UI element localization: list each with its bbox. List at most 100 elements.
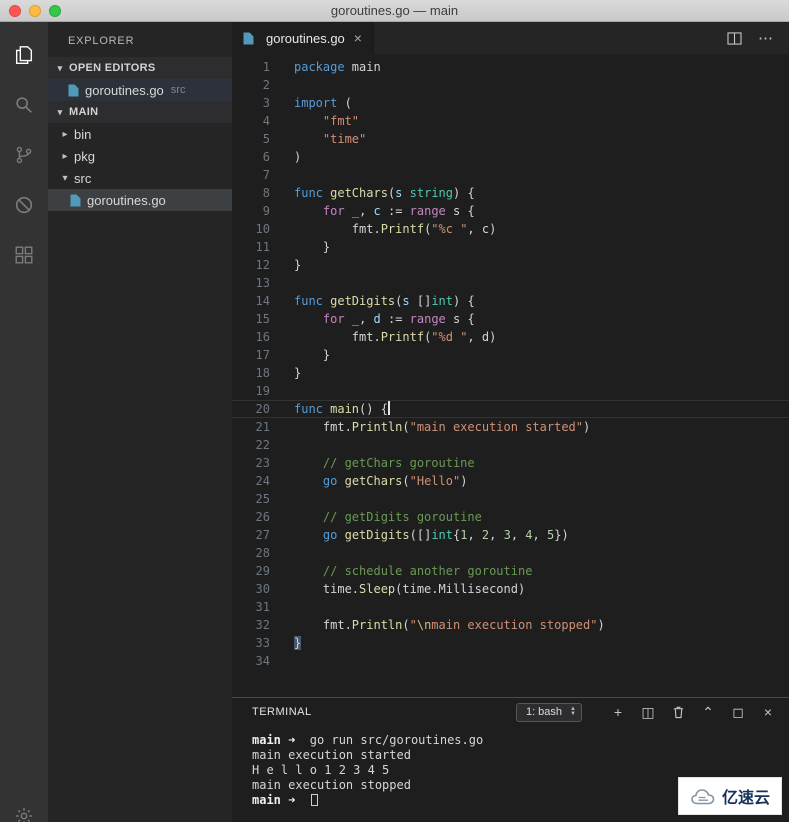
line-number[interactable]: 5 bbox=[232, 130, 270, 148]
activity-bar-item-source-control[interactable] bbox=[0, 130, 48, 180]
close-window-button[interactable] bbox=[9, 5, 21, 17]
line-number[interactable]: 30 bbox=[232, 580, 270, 598]
tab-close-icon[interactable]: × bbox=[354, 30, 362, 46]
line-number[interactable]: 25 bbox=[232, 490, 270, 508]
activity-bar-item-explorer[interactable] bbox=[0, 30, 48, 80]
line-number[interactable]: 22 bbox=[232, 436, 270, 454]
code-line: 17 } bbox=[232, 346, 789, 364]
line-number[interactable]: 16 bbox=[232, 328, 270, 346]
code-line-text: func getDigits(s []int) { bbox=[294, 292, 475, 310]
terminal-token: H e l l o 1 2 3 4 5 bbox=[252, 763, 390, 777]
split-editor-icon[interactable] bbox=[727, 31, 742, 45]
code-token: ([] bbox=[409, 528, 432, 542]
code-token: "Hello" bbox=[409, 474, 461, 488]
code-line: 12} bbox=[232, 256, 789, 274]
line-number[interactable]: 3 bbox=[232, 94, 270, 112]
titlebar: goroutines.go — main bbox=[0, 0, 789, 22]
activity-bar bbox=[0, 22, 48, 822]
line-number[interactable]: 34 bbox=[232, 652, 270, 670]
code-editor[interactable]: 1 package main 2 3 import (4 "fmt" 5 "time" 6)… bbox=[232, 54, 789, 697]
restore-panel-button[interactable]: ◻ bbox=[730, 704, 746, 721]
line-number[interactable]: 11 bbox=[232, 238, 270, 256]
close-panel-button[interactable]: × bbox=[760, 704, 776, 720]
minimize-window-button[interactable] bbox=[29, 5, 41, 17]
tab-actions: ⋯ bbox=[727, 22, 789, 54]
line-number[interactable]: 21 bbox=[232, 418, 270, 436]
line-number[interactable]: 19 bbox=[232, 382, 270, 400]
code-token: } bbox=[294, 258, 302, 272]
code-token: ) bbox=[294, 150, 302, 164]
line-number[interactable]: 31 bbox=[232, 598, 270, 616]
activity-bar-item-search[interactable] bbox=[0, 80, 48, 130]
line-number[interactable]: 9 bbox=[232, 202, 270, 220]
activity-bar-item-extensions[interactable] bbox=[0, 230, 48, 280]
terminal-shell-select[interactable]: 1: bash ▲ ▼ bbox=[515, 702, 582, 722]
line-number[interactable]: 13 bbox=[232, 274, 270, 292]
line-number[interactable]: 14 bbox=[232, 292, 270, 310]
line-number[interactable]: 23 bbox=[232, 454, 270, 472]
line-number[interactable]: 20 bbox=[232, 400, 270, 418]
line-number[interactable]: 18 bbox=[232, 364, 270, 382]
line-number[interactable]: 12 bbox=[232, 256, 270, 274]
kill-terminal-button[interactable] bbox=[670, 705, 686, 719]
code-token: time. bbox=[294, 582, 360, 596]
line-number[interactable]: 1 bbox=[232, 58, 270, 76]
terminal-header: TERMINAL 1: bash ▲ ▼ + ◫ ⌃ ◻ × bbox=[232, 698, 789, 726]
line-number[interactable]: 24 bbox=[232, 472, 270, 490]
tree-item-pkg[interactable]: ▸ pkg bbox=[48, 145, 232, 167]
section-open-editors[interactable]: ▾ OPEN EDITORS bbox=[48, 57, 232, 79]
line-number[interactable]: 28 bbox=[232, 544, 270, 562]
tree-item-goroutines-go[interactable]: goroutines.go bbox=[48, 189, 232, 211]
code-line-text: "time" bbox=[294, 130, 366, 148]
traffic-lights bbox=[9, 5, 61, 17]
watermark-text: 亿速云 bbox=[721, 790, 770, 807]
code-line-text: for _, d := range s { bbox=[294, 310, 475, 328]
more-actions-icon[interactable]: ⋯ bbox=[758, 29, 773, 47]
code-token: ( bbox=[402, 420, 410, 434]
terminal-token: main execution started bbox=[252, 748, 411, 762]
text-cursor bbox=[387, 401, 390, 415]
split-terminal-button[interactable]: ◫ bbox=[640, 704, 656, 721]
terminal-title[interactable]: TERMINAL bbox=[252, 706, 312, 718]
code-line: 32 fmt.Println("\nmain execution stopped… bbox=[232, 616, 789, 634]
line-number[interactable]: 10 bbox=[232, 220, 270, 238]
line-number[interactable]: 33 bbox=[232, 634, 270, 652]
line-number[interactable]: 7 bbox=[232, 166, 270, 184]
split-icon: ◫ bbox=[641, 703, 655, 720]
code-token: range bbox=[409, 204, 446, 218]
line-number[interactable]: 6 bbox=[232, 148, 270, 166]
code-token: // getDigits goroutine bbox=[322, 510, 482, 524]
new-terminal-button[interactable]: + bbox=[610, 704, 626, 720]
line-number[interactable]: 26 bbox=[232, 508, 270, 526]
line-number[interactable]: 29 bbox=[232, 562, 270, 580]
line-number[interactable]: 17 bbox=[232, 346, 270, 364]
tree-item-src[interactable]: ▾ src bbox=[48, 167, 232, 189]
code-token: 4 bbox=[525, 528, 533, 542]
section-main-folder[interactable]: ▾ MAIN bbox=[48, 101, 232, 123]
line-number[interactable]: 2 bbox=[232, 76, 270, 94]
activity-bar-item-debug[interactable] bbox=[0, 180, 48, 230]
open-editor-item-goroutines[interactable]: goroutines.go src bbox=[48, 79, 232, 101]
tree-item-bin[interactable]: ▸ bin bbox=[48, 123, 232, 145]
select-stepper-icon: ▲ ▼ bbox=[570, 706, 576, 717]
zoom-window-button[interactable] bbox=[49, 5, 61, 17]
line-number[interactable]: 4 bbox=[232, 112, 270, 130]
code-token: getChars bbox=[344, 474, 403, 488]
code-line: 7 bbox=[232, 166, 789, 184]
code-token: // getChars goroutine bbox=[322, 456, 475, 470]
tab-goroutines[interactable]: goroutines.go × bbox=[232, 22, 374, 54]
maximize-panel-button[interactable]: ⌃ bbox=[700, 704, 716, 721]
code-token: ( bbox=[337, 96, 352, 110]
gear-icon bbox=[14, 806, 34, 822]
line-number[interactable]: 27 bbox=[232, 526, 270, 544]
line-number[interactable]: 15 bbox=[232, 310, 270, 328]
line-number[interactable]: 32 bbox=[232, 616, 270, 634]
activity-bar-item-settings[interactable] bbox=[0, 801, 48, 822]
line-number[interactable]: 8 bbox=[232, 184, 270, 202]
